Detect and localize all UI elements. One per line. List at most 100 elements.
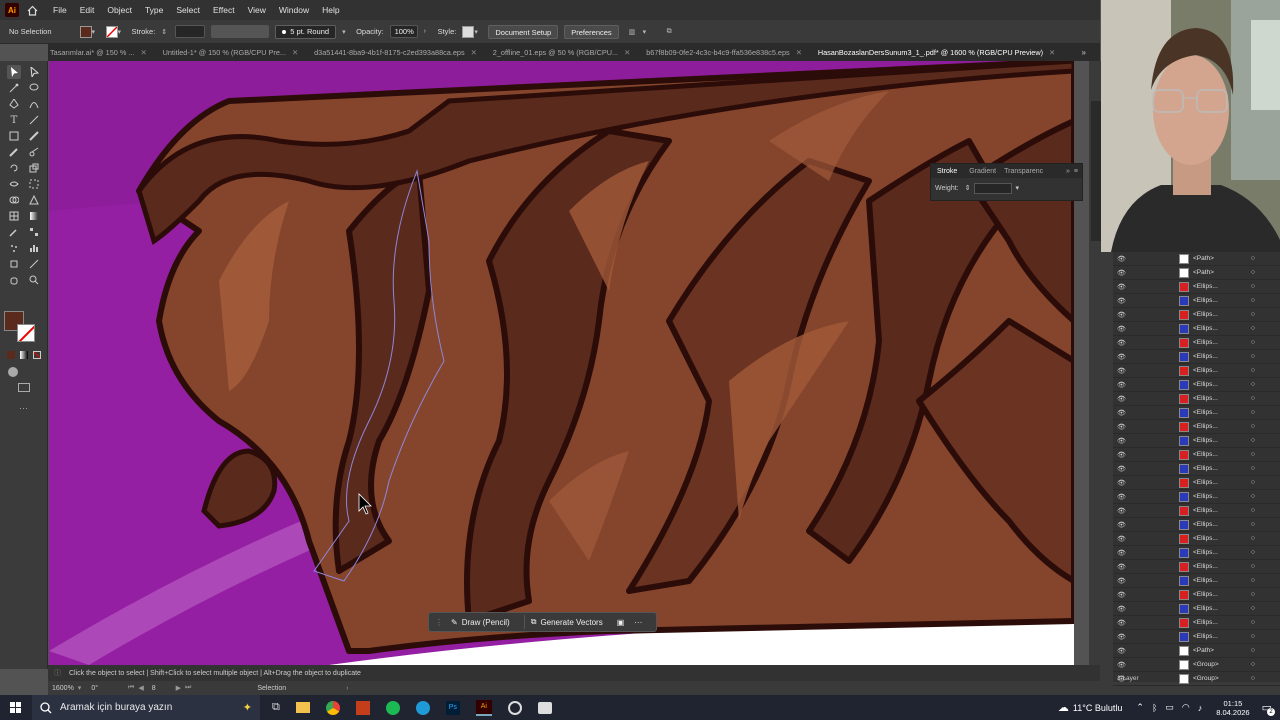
target-circle-icon[interactable]: ○ xyxy=(1251,311,1255,318)
layer-row[interactable]: 👁 <Ellips... ○ xyxy=(1113,630,1280,644)
style-dropdown-icon[interactable]: ▾ xyxy=(474,28,482,36)
close-icon[interactable]: ✕ xyxy=(1049,48,1055,57)
close-icon[interactable]: ✕ xyxy=(471,48,477,57)
stroke-color-swatch[interactable] xyxy=(17,324,35,342)
free-transform-icon[interactable] xyxy=(27,177,41,191)
stroke-stepper-icon[interactable]: ⇕ xyxy=(161,28,169,36)
target-circle-icon[interactable]: ○ xyxy=(1251,325,1255,332)
visibility-eye-icon[interactable]: 👁 xyxy=(1117,619,1131,627)
arrange-icon[interactable]: ▥ xyxy=(629,28,637,36)
visibility-eye-icon[interactable]: 👁 xyxy=(1117,423,1131,431)
target-circle-icon[interactable]: ○ xyxy=(1251,297,1255,304)
menu-view[interactable]: View xyxy=(248,5,266,15)
layer-row[interactable]: 👁 <Ellips... ○ xyxy=(1113,448,1280,462)
none-mode-icon[interactable] xyxy=(33,351,41,359)
layer-row[interactable]: 👁 <Ellips... ○ xyxy=(1113,364,1280,378)
first-artboard-icon[interactable]: ⏮ xyxy=(128,684,134,692)
menu-file[interactable]: File xyxy=(53,5,67,15)
target-circle-icon[interactable]: ○ xyxy=(1251,451,1255,458)
menu-type[interactable]: Type xyxy=(145,5,163,15)
target-circle-icon[interactable]: ○ xyxy=(1251,255,1255,262)
gradient-tool-icon[interactable] xyxy=(27,209,41,223)
menu-help[interactable]: Help xyxy=(322,5,339,15)
visibility-eye-icon[interactable]: 👁 xyxy=(1117,269,1131,277)
shape-builder-icon[interactable] xyxy=(7,193,21,207)
visibility-eye-icon[interactable]: 👁 xyxy=(1117,507,1131,515)
mesh-tool-icon[interactable] xyxy=(7,209,21,223)
target-circle-icon[interactable]: ○ xyxy=(1251,521,1255,528)
rotation-value[interactable]: 0° xyxy=(91,685,98,692)
zoom-tool-icon[interactable] xyxy=(27,273,41,287)
hand-tool-icon[interactable] xyxy=(7,273,21,287)
target-circle-icon[interactable]: ○ xyxy=(1251,493,1255,500)
tab-document[interactable]: d3a51441-8ba9-4b1f-8175-c2ed393a88ca.eps… xyxy=(314,48,477,57)
brush-dropdown-icon[interactable]: ▾ xyxy=(342,28,350,36)
layer-row[interactable]: 👁 <Ellips... ○ xyxy=(1113,378,1280,392)
chrome-icon[interactable] xyxy=(325,700,340,715)
target-circle-icon[interactable]: ○ xyxy=(1251,479,1255,486)
weather-text[interactable]: 11°C Bulutlu xyxy=(1073,703,1122,713)
artboard-canvas[interactable]: Windows'u Etkinleştir Windows'u etkinleş… xyxy=(49,61,1074,665)
eyedropper-icon[interactable] xyxy=(7,225,21,239)
scale-tool-icon[interactable] xyxy=(27,161,41,175)
layer-row[interactable]: 👁 <Ellips... ○ xyxy=(1113,308,1280,322)
weight-input[interactable] xyxy=(974,182,1013,194)
target-circle-icon[interactable]: ○ xyxy=(1251,605,1255,612)
layer-row[interactable]: 👁 <Ellips... ○ xyxy=(1113,518,1280,532)
style-swatch[interactable] xyxy=(462,25,475,38)
artboard-tool-icon[interactable] xyxy=(7,257,21,271)
draw-pencil-button[interactable]: Draw (Pencil) xyxy=(462,618,510,627)
target-circle-icon[interactable]: ○ xyxy=(1251,661,1255,668)
variable-width-profile[interactable] xyxy=(211,25,270,38)
menu-object[interactable]: Object xyxy=(107,5,132,15)
edge-icon[interactable] xyxy=(415,700,430,715)
edit-toolbar-icon[interactable]: ··· xyxy=(19,403,28,413)
layer-row[interactable]: 👁 <Ellips... ○ xyxy=(1113,490,1280,504)
selection-tool-icon[interactable] xyxy=(7,65,21,79)
close-icon[interactable]: ✕ xyxy=(796,48,802,57)
layer-row[interactable]: 👁 <Ellips... ○ xyxy=(1113,532,1280,546)
fill-dropdown-icon[interactable]: ▾ xyxy=(92,28,100,36)
layer-row[interactable]: 👁 <Ellips... ○ xyxy=(1113,560,1280,574)
screen-mode-icon[interactable] xyxy=(18,383,30,392)
layer-row[interactable]: 👁 <Path> ○ xyxy=(1113,266,1280,280)
rotate-tool-icon[interactable] xyxy=(7,161,21,175)
windows-start-icon[interactable] xyxy=(0,695,32,720)
more-tabs-icon[interactable]: » xyxy=(1082,48,1086,57)
target-circle-icon[interactable]: ○ xyxy=(1251,269,1255,276)
browser-icon[interactable] xyxy=(507,700,522,715)
bluetooth-icon[interactable]: ᛒ xyxy=(1152,703,1157,713)
lasso-icon[interactable] xyxy=(27,81,41,95)
fill-swatch[interactable] xyxy=(79,25,92,38)
layer-row[interactable]: 👁 <Ellips... ○ xyxy=(1113,350,1280,364)
visibility-eye-icon[interactable]: 👁 xyxy=(1117,311,1131,319)
tab-stroke[interactable]: Stroke xyxy=(937,168,957,175)
layer-row[interactable]: 👁 <Ellips... ○ xyxy=(1113,336,1280,350)
visibility-eye-icon[interactable]: 👁 xyxy=(1117,647,1131,655)
target-circle-icon[interactable]: ○ xyxy=(1251,549,1255,556)
tab-document[interactable]: 2_offline_01.eps @ 50 % (RGB/CPU... ✕ xyxy=(493,48,630,57)
menu-window[interactable]: Window xyxy=(279,5,309,15)
layer-row[interactable]: 👁 <Ellips... ○ xyxy=(1113,588,1280,602)
visibility-eye-icon[interactable]: 👁 xyxy=(1117,381,1131,389)
bar-options-icon[interactable]: ▣ xyxy=(617,618,625,627)
column-graph-icon[interactable] xyxy=(27,241,41,255)
target-circle-icon[interactable]: ○ xyxy=(1251,619,1255,626)
target-circle-icon[interactable]: ○ xyxy=(1251,283,1255,290)
close-icon[interactable]: ✕ xyxy=(624,48,630,57)
panel-collapse-icon[interactable]: » xyxy=(1066,168,1070,175)
visibility-eye-icon[interactable]: 👁 xyxy=(1117,451,1131,459)
visibility-eye-icon[interactable]: 👁 xyxy=(1117,479,1131,487)
visibility-eye-icon[interactable]: 👁 xyxy=(1117,409,1131,417)
visibility-eye-icon[interactable]: 👁 xyxy=(1117,535,1131,543)
target-circle-icon[interactable]: ○ xyxy=(1251,409,1255,416)
layer-row[interactable]: 👁 <Ellips... ○ xyxy=(1113,322,1280,336)
visibility-eye-icon[interactable]: 👁 xyxy=(1117,521,1131,529)
generate-vectors-button[interactable]: Generate Vectors xyxy=(540,618,602,627)
document-setup-button[interactable]: Document Setup xyxy=(488,24,559,39)
target-circle-icon[interactable]: ○ xyxy=(1251,353,1255,360)
layer-row[interactable]: 👁 <Path> ○ xyxy=(1113,252,1280,266)
visibility-eye-icon[interactable]: 👁 xyxy=(1117,633,1131,641)
last-artboard-icon[interactable]: ⏭ xyxy=(185,684,191,692)
visibility-eye-icon[interactable]: 👁 xyxy=(1117,367,1131,375)
